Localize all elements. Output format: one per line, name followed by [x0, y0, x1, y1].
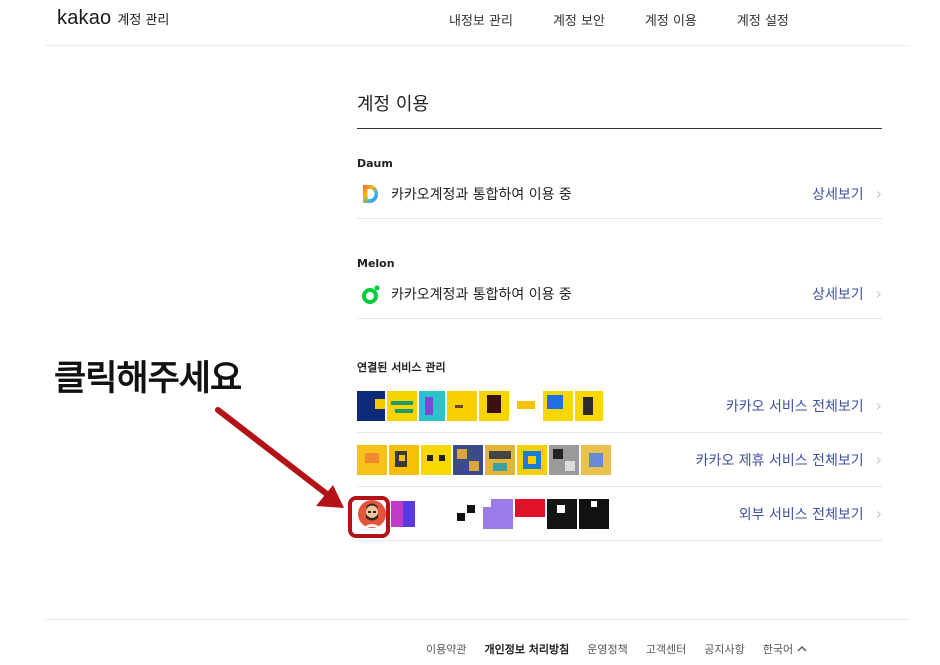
- footer-links: 이용약관 개인정보 처리방침 운영정책 고객센터 공지사항 한국어: [426, 641, 807, 657]
- service-app-icon[interactable]: [419, 390, 445, 421]
- external-services-all-link[interactable]: 외부 서비스 전체보기 ›: [739, 504, 882, 524]
- service-app-icon[interactable]: [543, 390, 573, 421]
- daum-logo-icon: [361, 184, 381, 204]
- service-daum: Daum 카카오계정과 통합하여 이용 중 상세보기 ›: [357, 157, 882, 219]
- language-label: 한국어: [762, 643, 794, 656]
- chevron-right-icon: ›: [875, 184, 882, 203]
- chevron-right-icon: ›: [875, 395, 882, 415]
- nav-item-profile[interactable]: 내정보 관리: [449, 10, 513, 29]
- kakao-partner-services-row: 카카오 제휴 서비스 전체보기 ›: [357, 433, 882, 487]
- melon-detail-link[interactable]: 상세보기 ›: [812, 284, 882, 304]
- service-app-icon[interactable]: [451, 498, 481, 529]
- service-app-icon[interactable]: [421, 444, 451, 475]
- service-app-icon[interactable]: [389, 498, 417, 529]
- chevron-right-icon: ›: [875, 503, 882, 523]
- service-app-icon[interactable]: [483, 498, 513, 529]
- footer-link-notice[interactable]: 공지사항: [704, 641, 744, 657]
- service-icons: [357, 444, 696, 475]
- service-icons: [357, 498, 739, 529]
- view-all-label: 외부 서비스 전체보기: [738, 506, 864, 523]
- chevron-right-icon: ›: [875, 284, 882, 303]
- service-app-icon[interactable]: [517, 444, 547, 475]
- service-app-icon[interactable]: [515, 498, 545, 529]
- service-label: Daum: [357, 157, 393, 170]
- footer: 이용약관 개인정보 처리방침 운영정책 고객센터 공지사항 한국어: [45, 619, 910, 665]
- service-app-icon[interactable]: [579, 498, 609, 529]
- service-app-icon[interactable]: [549, 444, 579, 475]
- logo[interactable]: kakao 계정 관리: [57, 7, 169, 30]
- service-app-icon[interactable]: [547, 498, 577, 529]
- click-here-callout: 클릭해주세요: [54, 359, 242, 399]
- nav-item-usage[interactable]: 계정 이용: [645, 10, 697, 29]
- connected-services: 연결된 서비스 관리 카카오 서비스 전체보기 › 카카오 제휴 서비스 전체보…: [357, 359, 882, 541]
- main-nav: 내정보 관리 계정 보안 계정 이용 계정 설정: [449, 10, 829, 29]
- service-row: 카카오계정과 통합하여 이용 중 상세보기 ›: [357, 170, 882, 219]
- service-status: 카카오계정과 통합하여 이용 중: [391, 187, 572, 203]
- view-all-label: 카카오 서비스 전체보기: [725, 398, 864, 415]
- connected-services-label: 연결된 서비스 관리: [357, 361, 446, 374]
- service-app-icon[interactable]: [479, 390, 509, 421]
- footer-link-privacy[interactable]: 개인정보 처리방침: [484, 641, 569, 657]
- kakao-services-all-link[interactable]: 카카오 서비스 전체보기 ›: [726, 396, 882, 416]
- view-all-label: 카카오 제휴 서비스 전체보기: [695, 452, 864, 469]
- kakao-services-row: 카카오 서비스 전체보기 ›: [357, 379, 882, 433]
- service-app-icon[interactable]: [357, 390, 385, 421]
- logo-brand: kakao: [57, 7, 112, 29]
- service-app-icon[interactable]: [453, 444, 483, 475]
- footer-link-support[interactable]: 고객센터: [646, 641, 686, 657]
- service-app-icon[interactable]: [357, 444, 387, 475]
- footer-link-policy[interactable]: 운영정책: [587, 641, 627, 657]
- service-app-icon[interactable]: [485, 444, 515, 475]
- footer-link-terms[interactable]: 이용약관: [426, 641, 466, 657]
- service-icons: [357, 390, 726, 421]
- nav-item-security[interactable]: 계정 보안: [553, 10, 605, 29]
- service-app-icon[interactable]: [419, 498, 449, 529]
- service-row: 카카오계정과 통합하여 이용 중 상세보기 ›: [357, 270, 882, 319]
- highlight-box: [348, 496, 390, 538]
- service-app-icon[interactable]: [575, 390, 603, 421]
- nav-item-settings[interactable]: 계정 설정: [737, 10, 789, 29]
- logo-subtitle: 계정 관리: [117, 13, 170, 28]
- main-content: 계정 이용 Daum 카카오계정과 통합하여 이용 중 상세보기 › Melon…: [357, 90, 882, 541]
- service-label: Melon: [357, 257, 395, 270]
- kakao-partner-services-all-link[interactable]: 카카오 제휴 서비스 전체보기 ›: [696, 450, 882, 470]
- page-title: 계정 이용: [357, 90, 882, 129]
- service-app-icon[interactable]: [447, 390, 477, 421]
- service-app-icon[interactable]: [511, 390, 541, 421]
- external-services-row: 외부 서비스 전체보기 ›: [357, 487, 882, 541]
- chevron-up-icon: [797, 646, 807, 652]
- service-app-icon[interactable]: [387, 390, 417, 421]
- service-status: 카카오계정과 통합하여 이용 중: [391, 287, 572, 303]
- detail-label: 상세보기: [812, 187, 864, 203]
- language-selector[interactable]: 한국어: [763, 641, 807, 657]
- service-app-icon[interactable]: [389, 444, 419, 475]
- service-app-icon[interactable]: [581, 444, 611, 475]
- melon-logo-icon: [361, 284, 381, 304]
- daum-detail-link[interactable]: 상세보기 ›: [812, 184, 882, 204]
- chevron-right-icon: ›: [875, 449, 882, 469]
- detail-label: 상세보기: [812, 287, 864, 303]
- service-melon: Melon 카카오계정과 통합하여 이용 중 상세보기 ›: [357, 257, 882, 319]
- top-header: kakao 계정 관리 내정보 관리 계정 보안 계정 이용 계정 설정: [45, 0, 910, 46]
